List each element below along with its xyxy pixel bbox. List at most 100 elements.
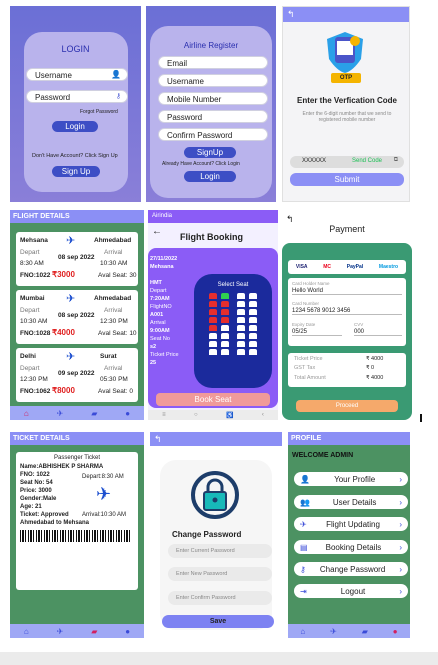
- arrival-value: 9:00AM: [150, 328, 170, 334]
- seat[interactable]: [220, 333, 229, 339]
- seat[interactable]: [208, 325, 217, 331]
- profile-item-logout[interactable]: ⇥ Logout ›: [294, 584, 408, 598]
- expiry-input[interactable]: 05/25: [292, 329, 342, 336]
- depart-time: 10:30 AM: [20, 318, 48, 325]
- mastercard-icon[interactable]: MC: [323, 264, 331, 270]
- seat[interactable]: [249, 349, 258, 355]
- flight-card[interactable]: Mehsana Ahmedabad ✈ Depart Arrival 08 se…: [16, 232, 138, 286]
- back-arrow-icon[interactable]: ↰: [287, 9, 295, 20]
- seat[interactable]: [249, 293, 258, 299]
- copy-icon[interactable]: ⧉: [394, 157, 398, 164]
- android-nav-bar: ≡ ○ ♿ ‹: [148, 410, 278, 420]
- seat[interactable]: [249, 309, 258, 315]
- no-account-text[interactable]: Don't Have Account? Click Sign Up: [32, 153, 118, 159]
- seat[interactable]: [249, 341, 258, 347]
- seat[interactable]: [208, 293, 217, 299]
- visa-icon[interactable]: VISA: [296, 264, 308, 270]
- seat[interactable]: [237, 293, 246, 299]
- seat[interactable]: [208, 309, 217, 315]
- seat[interactable]: [237, 325, 246, 331]
- seat[interactable]: [208, 317, 217, 323]
- seat[interactable]: [237, 349, 246, 355]
- seat[interactable]: [220, 349, 229, 355]
- ticket-icon[interactable]: ▰: [91, 409, 97, 418]
- seat[interactable]: [237, 301, 246, 307]
- register-login-button[interactable]: Login: [184, 171, 236, 182]
- profile-icon[interactable]: ●: [125, 627, 130, 636]
- home-icon[interactable]: ⌂: [24, 409, 29, 418]
- profile-item-flight-updating[interactable]: ✈ Flight Updating ›: [294, 517, 408, 531]
- ticket-card: Passenger Ticket Name:ABHISHEK P SHARMA …: [16, 452, 138, 590]
- seat[interactable]: [208, 349, 217, 355]
- ticket-gender: Gender:Male: [20, 496, 57, 502]
- otp-submit-button[interactable]: Submit: [290, 173, 404, 186]
- cvv-input[interactable]: 000: [354, 329, 402, 336]
- cvv-label: CVV: [354, 322, 364, 327]
- book-seat-button[interactable]: Book Seat: [156, 393, 270, 406]
- confirm-new-password-input[interactable]: Enter Confirm Password: [168, 591, 272, 605]
- new-password-input[interactable]: Enter New Password: [168, 567, 272, 581]
- forgot-password-link[interactable]: Forgot Password: [80, 109, 118, 115]
- flight-icon[interactable]: ✈: [57, 627, 64, 636]
- home-icon[interactable]: ⌂: [24, 627, 29, 636]
- password-input[interactable]: Password ⚷: [26, 90, 128, 103]
- flight-date: 09 sep 2022: [58, 370, 95, 377]
- profile-item-booking-details[interactable]: ▤ Booking Details ›: [294, 540, 408, 554]
- seat[interactable]: [237, 317, 246, 323]
- seat[interactable]: [237, 341, 246, 347]
- flight-card[interactable]: Mumbai Ahmedabad ✈ Depart Arrival 08 sep…: [16, 290, 138, 344]
- ticket-icon[interactable]: ▰: [91, 627, 97, 636]
- seat[interactable]: [208, 333, 217, 339]
- back-arrow-icon[interactable]: ←: [152, 226, 162, 237]
- register-password-input[interactable]: Password: [158, 110, 268, 123]
- proceed-button[interactable]: Proceed: [296, 400, 398, 412]
- seat[interactable]: [249, 325, 258, 331]
- menu-icon[interactable]: ≡: [162, 412, 166, 418]
- seat[interactable]: [249, 317, 258, 323]
- seat[interactable]: [249, 333, 258, 339]
- seat[interactable]: [220, 309, 229, 315]
- send-code-link[interactable]: Send Code: [352, 158, 382, 164]
- flight-icon[interactable]: ✈: [57, 409, 64, 418]
- seat[interactable]: [220, 325, 229, 331]
- seat[interactable]: [249, 301, 258, 307]
- seat[interactable]: [237, 309, 246, 315]
- seat[interactable]: [220, 317, 229, 323]
- accessibility-icon[interactable]: ♿: [226, 412, 233, 419]
- home-icon[interactable]: ⌂: [300, 627, 305, 636]
- username-input[interactable]: Username 👤: [26, 68, 128, 81]
- ticket-depart: Depart:8:30 AM: [82, 474, 124, 480]
- back-arrow-icon[interactable]: ↰: [154, 434, 162, 445]
- mobile-input[interactable]: Mobile Number: [158, 92, 268, 105]
- already-account-text[interactable]: Already Have Account? Click Login: [162, 161, 240, 167]
- register-signup-button[interactable]: SignUp: [184, 147, 236, 158]
- profile-item-change-password[interactable]: ⚷ Change Password ›: [294, 562, 408, 576]
- profile-item-user-details[interactable]: 👥 User Details ›: [294, 495, 408, 509]
- profile-icon[interactable]: ●: [393, 627, 398, 636]
- login-button[interactable]: Login: [52, 121, 98, 132]
- email-input[interactable]: Email: [158, 56, 268, 69]
- maestro-icon[interactable]: Maestro: [379, 264, 398, 270]
- seat[interactable]: [208, 301, 217, 307]
- register-username-input[interactable]: Username: [158, 74, 268, 87]
- card-number-input[interactable]: 1234 5678 9012 3456: [292, 308, 402, 315]
- profile-icon[interactable]: ●: [125, 409, 130, 418]
- flight-card[interactable]: Delhi Surat ✈ Depart Arrival 09 sep 2022…: [16, 348, 138, 402]
- back-nav-icon[interactable]: ‹: [262, 412, 264, 418]
- signup-button[interactable]: Sign Up: [52, 166, 100, 177]
- ticket-icon[interactable]: ▰: [362, 627, 368, 636]
- confirm-password-input[interactable]: Confirm Password: [158, 128, 268, 141]
- seat[interactable]: [220, 293, 229, 299]
- profile-item-your-profile[interactable]: 👤 Your Profile ›: [294, 472, 408, 486]
- seat[interactable]: [237, 333, 246, 339]
- seat[interactable]: [208, 341, 217, 347]
- holder-input[interactable]: Hello World: [292, 288, 402, 295]
- paypal-icon[interactable]: PayPal: [347, 264, 363, 270]
- save-button[interactable]: Save: [162, 615, 274, 628]
- home-circle-icon[interactable]: ○: [194, 412, 198, 418]
- seat[interactable]: [220, 341, 229, 347]
- current-password-input[interactable]: Enter Current Password: [168, 544, 272, 558]
- seat[interactable]: [220, 301, 229, 307]
- otp-code-input[interactable]: XXXXXX Send Code ⧉: [290, 156, 404, 168]
- flight-icon[interactable]: ✈: [330, 627, 337, 636]
